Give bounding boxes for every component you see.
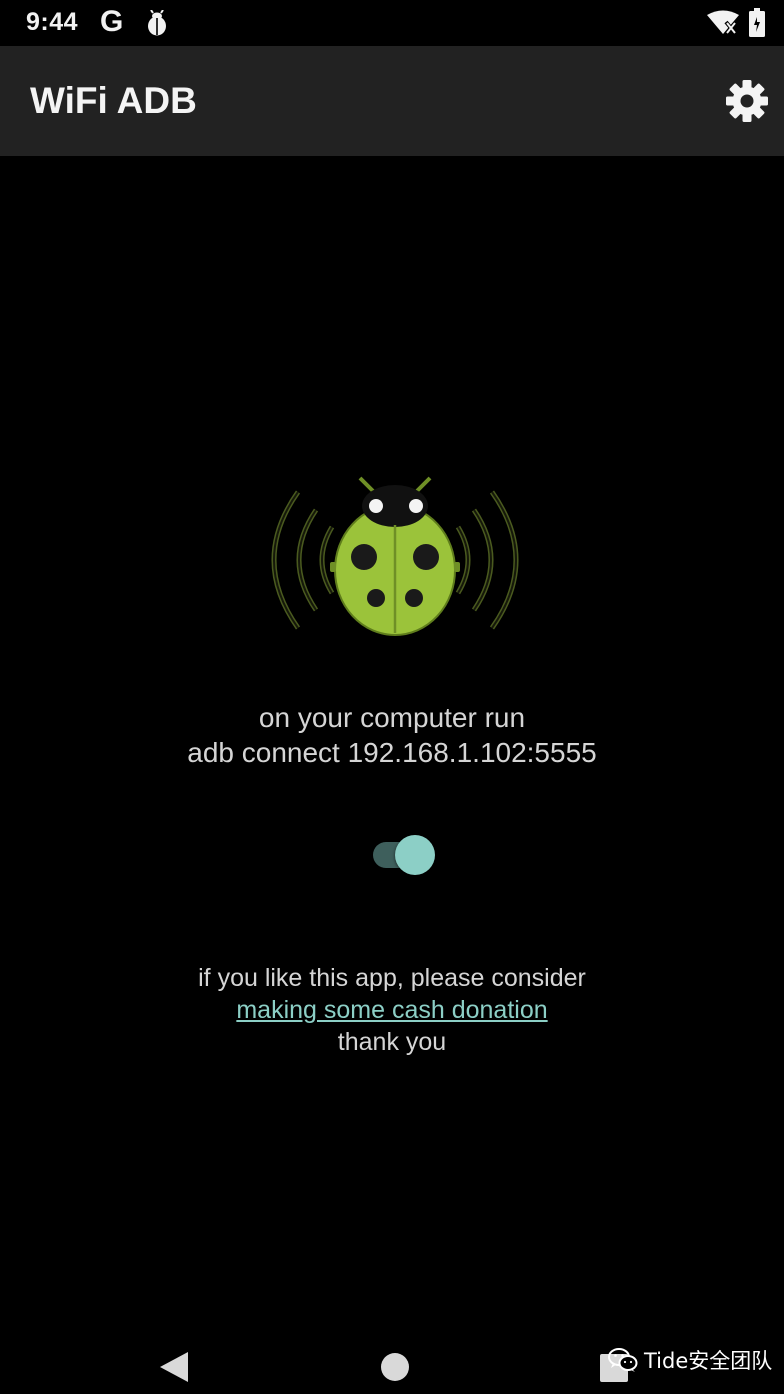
wechat-icon [608, 1348, 638, 1372]
back-icon[interactable] [158, 1350, 190, 1384]
google-icon: G [100, 5, 124, 38]
ladybug-wifi-logo [271, 476, 519, 636]
donation-link[interactable]: making some cash donation [236, 996, 547, 1024]
home-icon[interactable] [381, 1353, 409, 1381]
watermark: Tide安全团队 [608, 1344, 772, 1376]
donation-prompt: if you like this app, please consider [198, 964, 586, 992]
toggle-thumb [395, 835, 435, 875]
app-bar: WiFi ADB [0, 46, 784, 156]
settings-button[interactable] [722, 76, 772, 126]
adb-connect-command: adb connect 192.168.1.102:5555 [187, 737, 597, 768]
instruction-line: on your computer run [258, 702, 526, 733]
bug-icon [146, 10, 168, 36]
app-title: WiFi ADB [30, 80, 197, 121]
battery-icon [749, 8, 765, 37]
connect-instructions: on your computer run adb connect 192.168… [0, 700, 784, 770]
gear-icon [726, 80, 768, 122]
wifi-off-icon [707, 10, 739, 36]
watermark-text: Tide安全团队 [644, 1349, 773, 1373]
status-time: 9:44 [26, 8, 79, 36]
thank-you-text: thank you [337, 1028, 447, 1056]
adb-wifi-toggle[interactable] [370, 834, 436, 876]
donation-message: if you like this app, please consider ma… [0, 962, 784, 1058]
status-bar: 9:44 G [0, 0, 784, 46]
